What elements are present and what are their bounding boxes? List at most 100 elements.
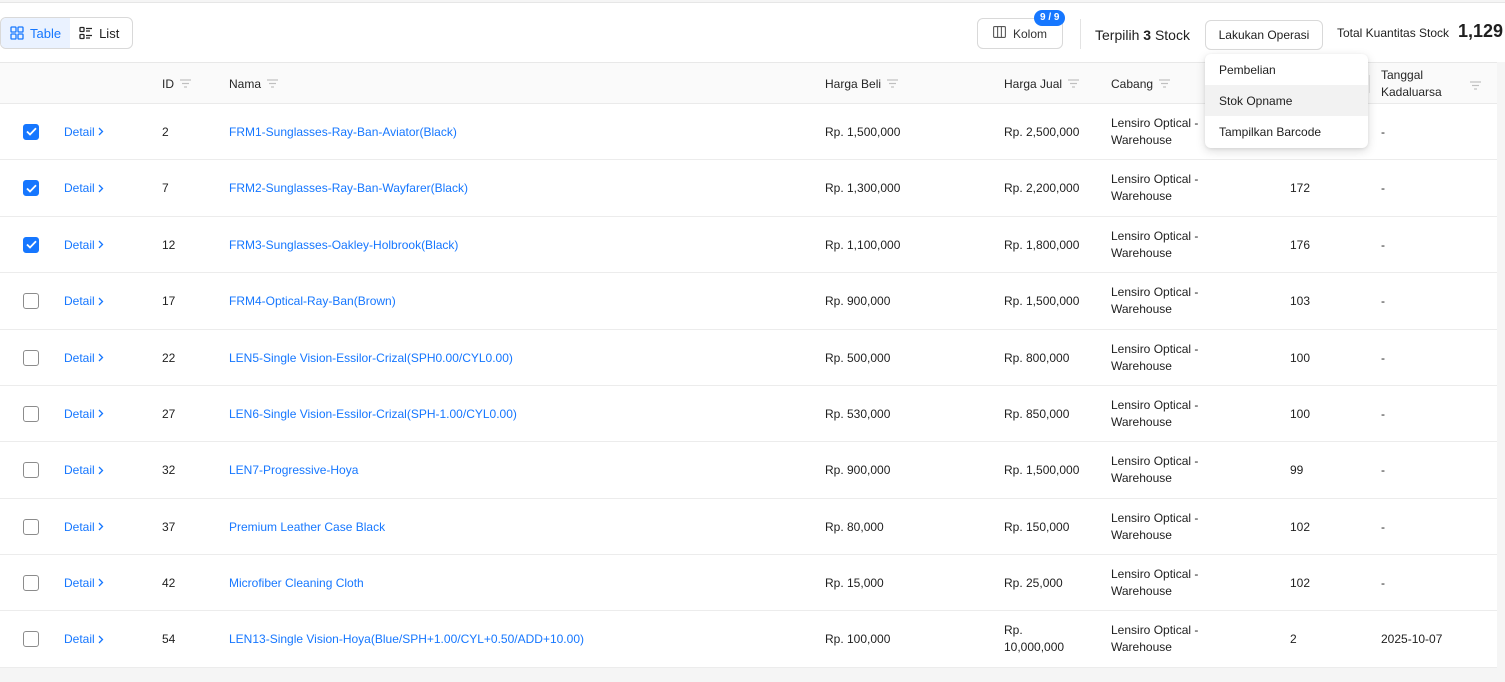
kolom-label: Kolom [1012,26,1047,41]
cabang-line2: Warehouse [1111,471,1172,485]
filter-icon[interactable] [1068,77,1080,91]
chevron-right-icon [98,297,104,306]
cabang-line2: Warehouse [1111,132,1172,147]
product-name-link[interactable]: FRM1-Sunglasses-Ray-Ban-Aviator(Black) [229,125,457,139]
row-checkbox[interactable] [23,574,39,591]
cabang-line2: Warehouse [1111,414,1172,429]
selected-count-text: Terpilih 3 Stock [1095,27,1190,43]
detail-link-label: Detail [64,519,95,534]
table-row[interactable]: Detail 27 LEN6-Single Vision-Essilor-Cri… [0,386,1497,442]
harga-beli-value: Rp. 900,000 [825,294,891,308]
table-row[interactable]: Detail 54 LEN13-Single Vision-Hoya(Blue/… [0,611,1497,668]
product-name-link[interactable]: LEN13-Single Vision-Hoya(Blue/SPH+1.00/C… [229,632,584,646]
product-name-link[interactable]: LEN7-Progressive-Hoya [229,463,358,477]
id-value: 7 [162,181,169,195]
product-name-link[interactable]: Premium Leather Case Black [229,520,385,534]
cabang-line2: Warehouse [1111,583,1172,598]
table-row[interactable]: Detail 17 FRM4-Optical-Ray-Ban(Brown) Rp… [0,273,1497,330]
row-checkbox[interactable] [23,293,39,309]
table-row[interactable]: Detail 32 LEN7-Progressive-Hoya Rp. 900,… [0,442,1497,499]
filter-icon[interactable] [180,77,191,91]
product-name-link[interactable]: LEN5-Single Vision-Essilor-Crizal(SPH0.0… [229,351,513,365]
harga-jual-value: Rp. 850,000 [1004,406,1070,421]
cabang-line1: Lensiro Optical - [1111,454,1199,468]
filter-icon[interactable] [1470,79,1481,93]
toolbar: Table List Kolom 9 / 9 Terpilih 3 Stock … [0,2,1505,62]
harga-jual-value: Rp. 25,000 [1004,575,1063,590]
row-checkbox[interactable] [23,349,39,366]
cabang-line1: Lensiro Optical - [1111,510,1199,525]
row-checkbox[interactable] [23,123,39,140]
detail-link[interactable]: Detail [64,125,104,139]
harga-jual-value: Rp. 1,500,000 [1004,463,1080,477]
row-checkbox[interactable] [23,631,39,647]
harga-jual-value: Rp. 2,500,000 [1004,124,1080,139]
table-row[interactable]: Detail 37 Premium Leather Case Black Rp.… [0,499,1497,555]
column-header-harga-jual-label: Harga Jual [1004,76,1063,91]
detail-link[interactable]: Detail [64,576,104,590]
column-header-id[interactable]: ID [162,63,191,104]
detail-link[interactable]: Detail [64,463,104,477]
cabang-line1: Lensiro Optical - [1111,172,1199,186]
product-name-link[interactable]: FRM2-Sunglasses-Ray-Ban-Wayfarer(Black) [229,181,468,195]
detail-link[interactable]: Detail [64,181,104,195]
id-value: 22 [162,350,176,365]
tanggal-kadaluarsa-value: - [1381,237,1385,252]
cabang-line1: Lensiro Optical - [1111,285,1199,299]
menu-item-tampilkan-barcode[interactable]: Tampilkan Barcode [1205,116,1368,147]
menu-item-pembelian[interactable]: Pembelian [1205,54,1368,85]
lakukan-operasi-button[interactable]: Lakukan Operasi [1205,20,1323,50]
row-checkbox[interactable] [23,518,39,535]
product-name-link[interactable]: FRM3-Sunglasses-Oakley-Holbrook(Black) [229,238,458,252]
harga-jual-value: Rp. 800,000 [1004,350,1070,365]
detail-link[interactable]: Detail [64,407,104,421]
table-row[interactable]: Detail 7 FRM2-Sunglasses-Ray-Ban-Wayfare… [0,160,1497,217]
column-divider [1369,75,1370,93]
row-checkbox[interactable] [23,462,39,478]
column-header-nama[interactable]: Nama [229,63,279,104]
detail-link[interactable]: Detail [64,238,104,252]
harga-beli-value: Rp. 1,100,000 [825,237,901,252]
column-header-tanggal-line2: Kadaluarsa [1381,85,1442,99]
quantity-value: 99 [1290,463,1304,477]
view-table-button[interactable]: Table [1,18,71,48]
filter-icon[interactable] [1159,77,1171,91]
id-value: 12 [162,237,176,252]
quantity-value: 102 [1290,519,1311,534]
column-header-tanggal-line1: Tanggal [1381,68,1424,82]
harga-beli-value: Rp. 900,000 [825,463,891,477]
column-header-cabang-label: Cabang [1111,76,1154,91]
row-checkbox[interactable] [23,180,39,196]
table-row[interactable]: Detail 42 Microfiber Cleaning Cloth Rp. … [0,555,1497,611]
tanggal-kadaluarsa-value: - [1381,575,1385,590]
detail-link[interactable]: Detail [64,520,104,534]
product-name-link[interactable]: Microfiber Cleaning Cloth [229,576,364,590]
detail-link[interactable]: Detail [64,351,104,365]
filter-icon[interactable] [267,77,279,91]
filter-icon[interactable] [887,77,899,91]
list-icon [79,26,93,40]
cabang-line2: Warehouse [1111,358,1172,373]
harga-jual-line1: Rp. [1004,623,1023,637]
product-name-link[interactable]: FRM4-Optical-Ray-Ban(Brown) [229,294,396,308]
column-header-cabang[interactable]: Cabang [1111,63,1171,104]
chevron-right-icon [98,409,104,418]
product-name-link[interactable]: LEN6-Single Vision-Essilor-Crizal(SPH-1.… [229,407,517,421]
tanggal-kadaluarsa-value: - [1381,181,1385,195]
chevron-right-icon [98,635,104,644]
quantity-value: 176 [1290,237,1311,252]
detail-link[interactable]: Detail [64,294,104,308]
row-checkbox[interactable] [23,236,39,253]
column-header-tanggal-kadaluarsa[interactable]: Tanggal Kadaluarsa [1381,63,1442,104]
row-checkbox[interactable] [23,405,39,422]
view-list-button[interactable]: List [70,18,128,48]
detail-link[interactable]: Detail [64,632,104,646]
table-row[interactable]: Detail 12 FRM3-Sunglasses-Oakley-Holbroo… [0,217,1497,273]
column-header-harga-jual[interactable]: Harga Jual [1004,63,1080,104]
chevron-right-icon [98,240,104,249]
column-header-harga-beli[interactable]: Harga Beli [825,63,899,104]
tanggal-kadaluarsa-value: - [1381,519,1385,534]
table-row[interactable]: Detail 22 LEN5-Single Vision-Essilor-Cri… [0,330,1497,386]
menu-item-stok-opname[interactable]: Stok Opname [1205,85,1368,116]
tanggal-kadaluarsa-value: - [1381,350,1385,365]
